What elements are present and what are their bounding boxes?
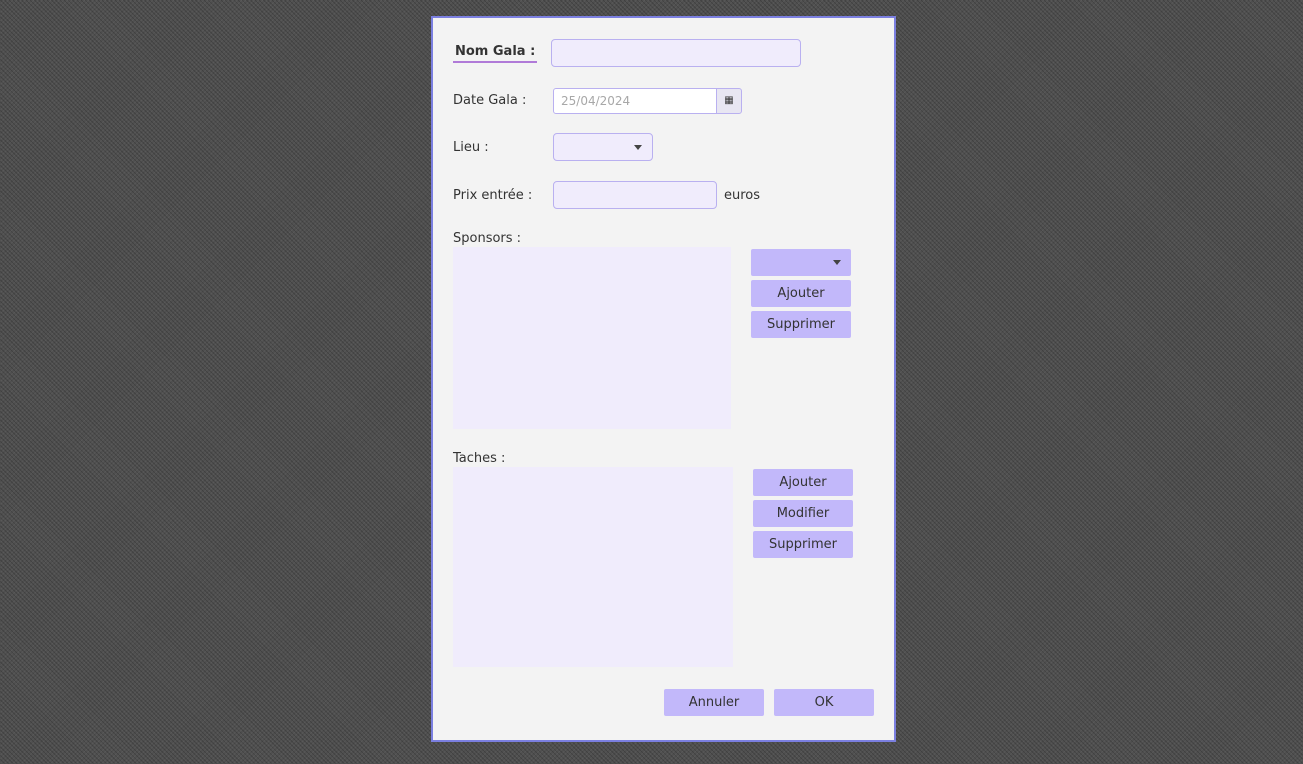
sponsor-select[interactable] [751, 249, 851, 276]
taches-label: Taches : [453, 451, 506, 466]
nom-gala-label: Nom Gala : [453, 44, 538, 63]
sponsor-add-button[interactable]: Ajouter [751, 280, 851, 307]
lieu-select[interactable] [553, 133, 653, 161]
gala-dialog: Nom Gala : Date Gala : 25/04/2024 ▦ Lieu… [431, 16, 896, 742]
date-gala-label: Date Gala : [453, 93, 527, 108]
prix-entree-label: Prix entrée : [453, 188, 533, 203]
tache-edit-button[interactable]: Modifier [753, 500, 853, 527]
sponsors-list[interactable] [453, 247, 731, 429]
chevron-down-icon [634, 145, 642, 150]
chevron-down-icon [833, 260, 841, 265]
taches-list[interactable] [453, 467, 733, 667]
tache-add-button[interactable]: Ajouter [753, 469, 853, 496]
ok-button[interactable]: OK [774, 689, 874, 716]
tache-remove-button[interactable]: Supprimer [753, 531, 853, 558]
prix-entree-input[interactable] [553, 181, 717, 209]
sponsors-label: Sponsors : [453, 231, 522, 246]
date-gala-input[interactable]: 25/04/2024 [553, 88, 717, 114]
sponsor-remove-button[interactable]: Supprimer [751, 311, 851, 338]
cancel-button[interactable]: Annuler [664, 689, 764, 716]
calendar-button[interactable]: ▦ [716, 88, 742, 114]
lieu-label: Lieu : [453, 140, 489, 155]
calendar-icon: ▦ [724, 95, 734, 106]
euros-unit-label: euros [724, 188, 761, 203]
nom-gala-input[interactable] [551, 39, 801, 67]
